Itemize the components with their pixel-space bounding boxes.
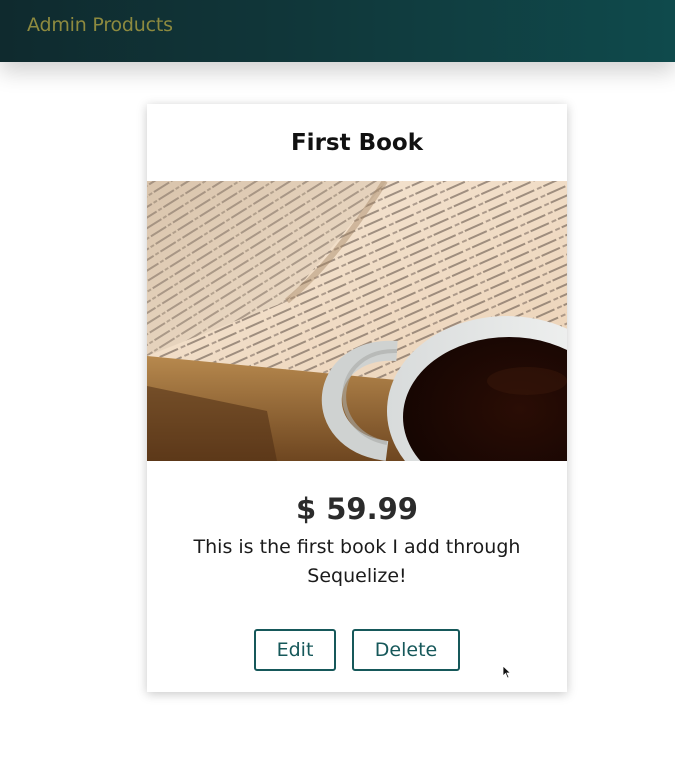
product-image xyxy=(147,181,567,461)
top-nav-bar: Admin Products xyxy=(0,0,675,62)
product-title: First Book xyxy=(290,130,424,156)
book-and-coffee-illustration xyxy=(147,181,567,461)
edit-button[interactable]: Edit xyxy=(254,629,336,671)
delete-button[interactable]: Delete xyxy=(352,629,460,671)
product-price: $ 59.99 xyxy=(295,492,418,526)
product-description: This is the first book I add through Seq… xyxy=(193,536,521,587)
mouse-pointer-icon xyxy=(502,664,512,679)
product-card: First Book $ 59.99 This is the first boo… xyxy=(147,104,567,692)
admin-products-link[interactable]: Admin Products xyxy=(27,14,173,36)
